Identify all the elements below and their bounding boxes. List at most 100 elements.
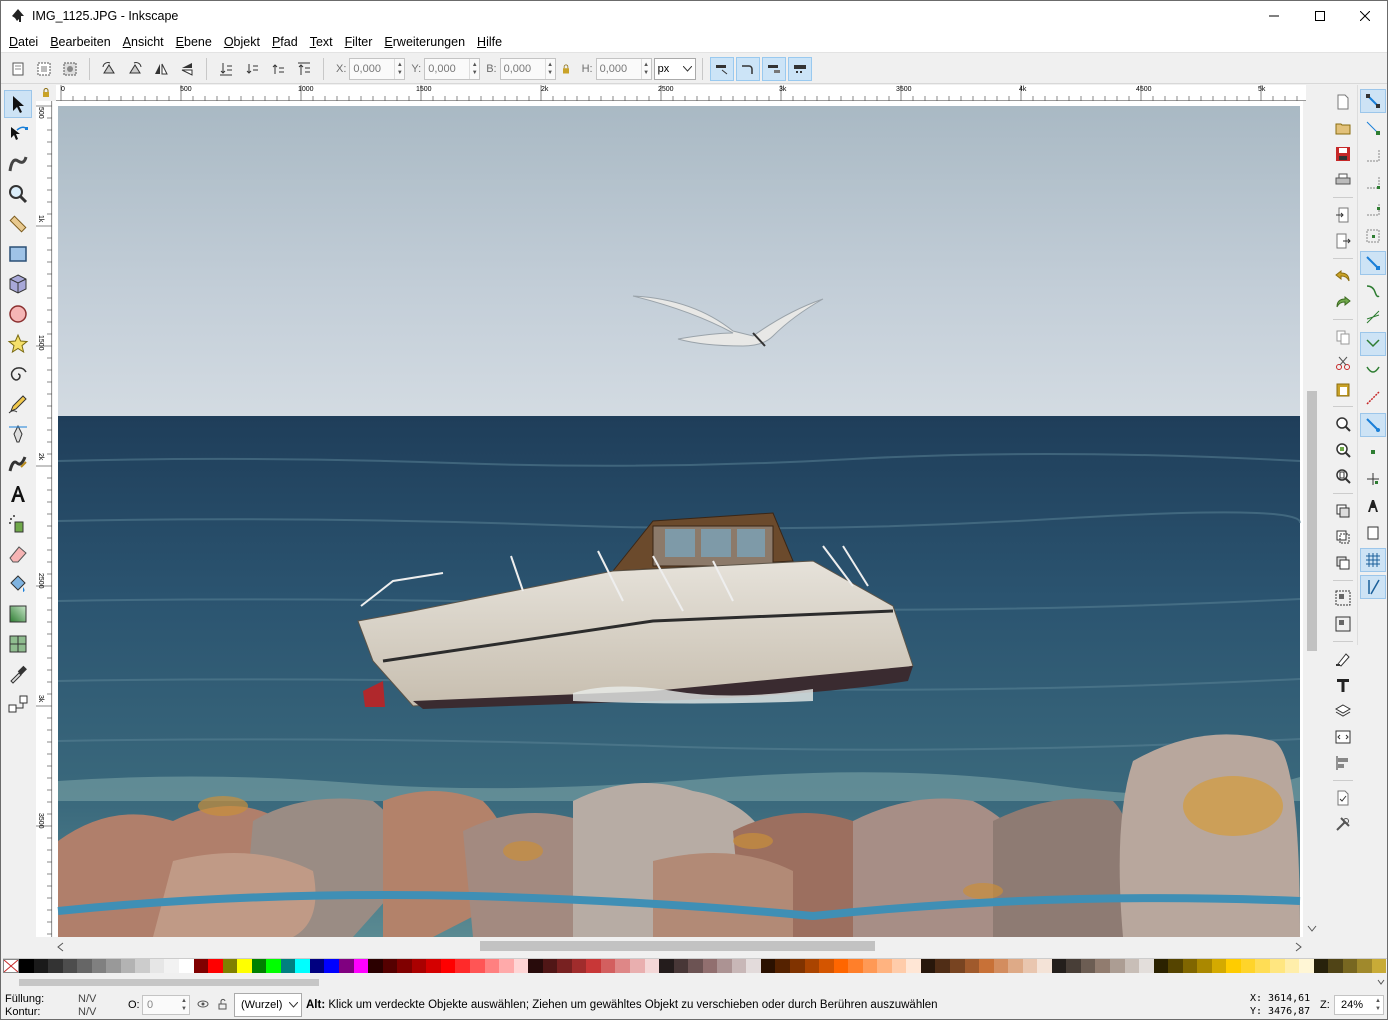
palette-swatch[interactable] — [1299, 959, 1314, 973]
palette-swatch[interactable] — [62, 959, 78, 973]
palette-swatch[interactable] — [266, 959, 281, 973]
ungroup-button[interactable] — [1331, 612, 1355, 636]
ruler-lock-corner[interactable] — [36, 85, 56, 101]
snap-paths-toggle[interactable] — [1360, 278, 1386, 302]
scroll-left-icon[interactable] — [57, 942, 65, 952]
3dbox-tool-button[interactable] — [4, 270, 32, 298]
unit-select[interactable]: px — [653, 57, 696, 80]
palette-swatch[interactable] — [600, 959, 616, 973]
palette-swatch[interactable] — [1110, 959, 1125, 973]
rotate-cw-button[interactable] — [123, 57, 147, 81]
palette-swatch[interactable] — [251, 959, 267, 973]
palette-swatch[interactable] — [789, 959, 805, 973]
menu-hilfe[interactable]: Hilfe — [471, 31, 508, 53]
paint-bucket-tool-button[interactable] — [4, 570, 32, 598]
import-button[interactable] — [1331, 203, 1355, 227]
zoom-spin-arrows[interactable]: ▲ ▼ — [1373, 997, 1383, 1013]
drawing-canvas[interactable] — [53, 101, 1303, 937]
palette-swatch[interactable] — [91, 959, 107, 973]
palette-swatch[interactable] — [688, 959, 703, 973]
palette-swatch[interactable] — [906, 959, 921, 973]
palette-swatch[interactable] — [1037, 959, 1052, 973]
palette-swatch[interactable] — [135, 959, 150, 973]
horizontal-ruler[interactable]: 0 500 1000 1500 2k 2500 3k 3500 4k 4500 … — [56, 85, 1306, 101]
layer-visibility-button[interactable] — [197, 998, 209, 1013]
palette-swatch[interactable] — [1328, 959, 1343, 973]
palette-swatch[interactable] — [950, 959, 965, 973]
tweak-tool-button[interactable] — [4, 150, 32, 178]
palette-swatch[interactable] — [935, 959, 950, 973]
palette-swatch[interactable] — [513, 959, 529, 973]
palette-swatch[interactable] — [193, 959, 209, 973]
invert-selection-button[interactable] — [58, 57, 82, 81]
palette-swatch[interactable] — [1095, 959, 1111, 973]
snap-page-border-toggle[interactable] — [1360, 521, 1386, 545]
palette-swatch[interactable] — [1168, 959, 1183, 973]
y-field[interactable]: ▲▼ — [424, 57, 481, 80]
y-spin-arrows[interactable]: ▲ ▼ — [469, 58, 479, 79]
zoom-page-button[interactable] — [1331, 464, 1355, 488]
menu-pfad[interactable]: Pfad — [266, 31, 304, 53]
palette-swatch[interactable] — [862, 959, 878, 973]
scroll-down-icon[interactable] — [1307, 925, 1317, 933]
measure-tool-button[interactable] — [4, 210, 32, 238]
zoom-value[interactable]: 24% — [1335, 999, 1373, 1011]
height-input[interactable] — [596, 58, 641, 79]
snap-smooth-nodes-toggle[interactable] — [1360, 359, 1386, 383]
snap-grid-toggle[interactable] — [1359, 547, 1386, 572]
snap-bbox-midpoint-toggle[interactable] — [1360, 197, 1386, 221]
flip-vertical-button[interactable] — [175, 57, 199, 81]
palette-swatch[interactable] — [1008, 959, 1023, 973]
snap-nodes-toggle[interactable] — [1359, 250, 1386, 275]
snap-guides-toggle[interactable] — [1359, 574, 1386, 599]
opacity-field[interactable]: 0 ▲ ▼ — [142, 995, 190, 1015]
palette-swatch[interactable] — [891, 959, 907, 973]
snap-line-midpoints-toggle[interactable] — [1360, 386, 1386, 410]
palette-swatch[interactable] — [1313, 959, 1329, 973]
palette-swatch[interactable] — [629, 959, 645, 973]
pencil-tool-button[interactable] — [4, 390, 32, 418]
palette-swatch[interactable] — [1226, 959, 1241, 973]
palette-swatch[interactable] — [455, 959, 470, 973]
menu-ansicht[interactable]: Ansicht — [117, 31, 170, 53]
palette-swatch[interactable] — [746, 959, 761, 973]
snap-others-toggle[interactable] — [1359, 412, 1386, 437]
height-field[interactable]: ▲▼ — [595, 57, 652, 80]
palette-swatch[interactable] — [615, 959, 630, 973]
lower-to-bottom-button[interactable] — [214, 57, 238, 81]
ellipse-tool-button[interactable] — [4, 300, 32, 328]
palette-swatch[interactable] — [353, 959, 369, 973]
palette-swatch[interactable] — [411, 959, 427, 973]
palette-swatch[interactable] — [208, 959, 223, 973]
palette-swatch[interactable] — [368, 959, 383, 973]
palette-swatch[interactable] — [819, 959, 834, 973]
palette-swatch[interactable] — [222, 959, 238, 973]
palette-swatch[interactable] — [324, 959, 340, 973]
opacity-value[interactable]: 0 — [143, 999, 179, 1011]
scale-stroke-toggle[interactable] — [709, 56, 734, 81]
palette-swatch[interactable] — [1240, 959, 1256, 973]
palette-swatch[interactable] — [77, 959, 92, 973]
palette-swatch[interactable] — [1080, 959, 1096, 973]
palette-swatch[interactable] — [280, 959, 296, 973]
palette-swatch[interactable] — [1197, 959, 1212, 973]
fill-stroke-button[interactable] — [1331, 647, 1355, 671]
eraser-tool-button[interactable] — [4, 540, 32, 568]
palette-swatch[interactable] — [164, 959, 180, 973]
snap-object-midpoints-toggle[interactable] — [1360, 440, 1386, 464]
x-spin-arrows[interactable]: ▲ ▼ — [394, 58, 404, 79]
spray-tool-button[interactable] — [4, 510, 32, 538]
palette-swatch[interactable] — [1153, 959, 1169, 973]
palette-swatch[interactable] — [964, 959, 980, 973]
palette-scroll-thumb[interactable] — [19, 979, 319, 986]
export-button[interactable] — [1331, 229, 1355, 253]
stroke-value[interactable]: N/V — [78, 1006, 96, 1019]
palette-swatch[interactable] — [993, 959, 1009, 973]
transform-patterns-toggle[interactable] — [787, 56, 812, 81]
snap-cusp-nodes-toggle[interactable] — [1359, 331, 1386, 356]
xml-editor-button[interactable] — [1331, 725, 1355, 749]
palette-swatch[interactable] — [542, 959, 558, 973]
palette-swatch[interactable] — [1211, 959, 1227, 973]
palette-swatch[interactable] — [731, 959, 747, 973]
palette-swatch[interactable] — [397, 959, 412, 973]
